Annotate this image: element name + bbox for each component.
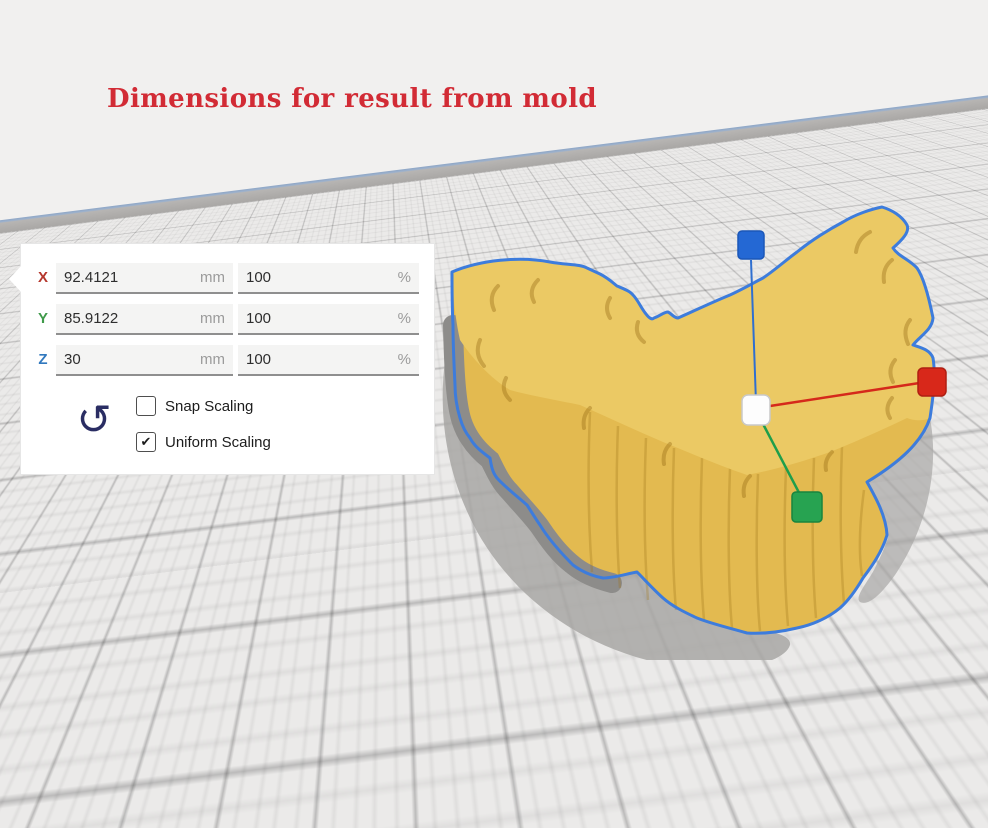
object-list-item-name: STL00678-4 result from mold [64,717,258,734]
y-percent-input[interactable] [246,310,394,327]
stl-text-line [313,608,349,615]
x-percent-input[interactable] [246,269,394,286]
pencil-icon [24,712,56,738]
z-percent-unit: % [398,351,411,368]
gizmo-x-handle[interactable] [918,368,946,396]
gizmo-y-handle[interactable] [792,492,822,522]
y-size-unit: mm [200,310,225,327]
x-percent-unit: % [398,269,411,286]
scale-row-z: Z mm % [21,345,434,376]
cube-right-view-icon [178,784,210,816]
scale-row-x: X mm % [21,263,434,294]
model-3d-butterfly-mold[interactable] [440,190,970,660]
reset-icon: ↺ [76,395,111,444]
stl-file-icon-card: STL [283,538,378,637]
scale-tool-panel: X mm % Y mm % Z mm [20,243,435,475]
stl-file-icon: STL [283,538,378,637]
object-list-title: Object list [92,681,158,698]
x-size-unit: mm [200,269,225,286]
x-percent-field[interactable]: % [238,263,419,294]
uniform-scaling-label: Uniform Scaling [165,434,271,451]
scale-row-y: Y mm % [21,304,434,335]
check-icon: ✔ [141,434,152,450]
chevron-up-icon [60,684,78,696]
cube-front-view-icon [61,784,93,816]
view-top-button[interactable] [100,784,132,816]
gizmo-center-handle[interactable] [742,395,770,425]
panel-pointer-arrow [9,266,21,292]
stl-text-line [313,620,349,627]
view-3d-button[interactable] [22,784,54,816]
snap-scaling-row: Snap Scaling [136,396,253,416]
view-right-button[interactable] [178,784,210,816]
uniform-scaling-checkbox[interactable]: ✔ [136,432,156,452]
cube-3d-view-icon [22,784,54,816]
reset-scale-button[interactable]: ↺ [69,392,119,448]
page-title: Dimensions for result from mold [107,84,597,114]
z-percent-input[interactable] [246,351,394,368]
z-size-unit: mm [200,351,225,368]
stl-text-line [313,596,349,603]
gizmo-z-handle[interactable] [738,231,764,259]
uniform-scaling-row: ✔ Uniform Scaling [136,432,271,452]
z-size-input[interactable] [64,351,196,368]
model-dimensions-readout: 92.4 x 85.9 x 30.0 mm [18,752,161,768]
object-list-item[interactable]: STL00678-4 result from mold [24,712,258,738]
y-percent-field[interactable]: % [238,304,419,335]
x-size-field[interactable]: mm [56,263,233,294]
camera-view-toolbar [22,784,210,816]
z-percent-field[interactable]: % [238,345,419,376]
y-size-field[interactable]: mm [56,304,233,335]
cube-top-view-icon [100,784,132,816]
z-size-field[interactable]: mm [56,345,233,376]
y-size-input[interactable] [64,310,196,327]
snap-scaling-label: Snap Scaling [165,398,253,415]
cube-left-view-icon [139,784,171,816]
view-front-button[interactable] [61,784,93,816]
object-list-header[interactable]: Object list [60,681,158,698]
axis-z-label: Z [35,351,51,368]
x-size-input[interactable] [64,269,196,286]
axis-x-label: X [35,269,51,286]
cura-viewport[interactable]: Dimensions for result from mold X mm % Y… [0,0,988,828]
axis-y-label: Y [35,310,51,327]
snap-scaling-checkbox[interactable] [136,396,156,416]
stl-badge-text: STL [298,570,326,587]
y-percent-unit: % [398,310,411,327]
view-left-button[interactable] [139,784,171,816]
